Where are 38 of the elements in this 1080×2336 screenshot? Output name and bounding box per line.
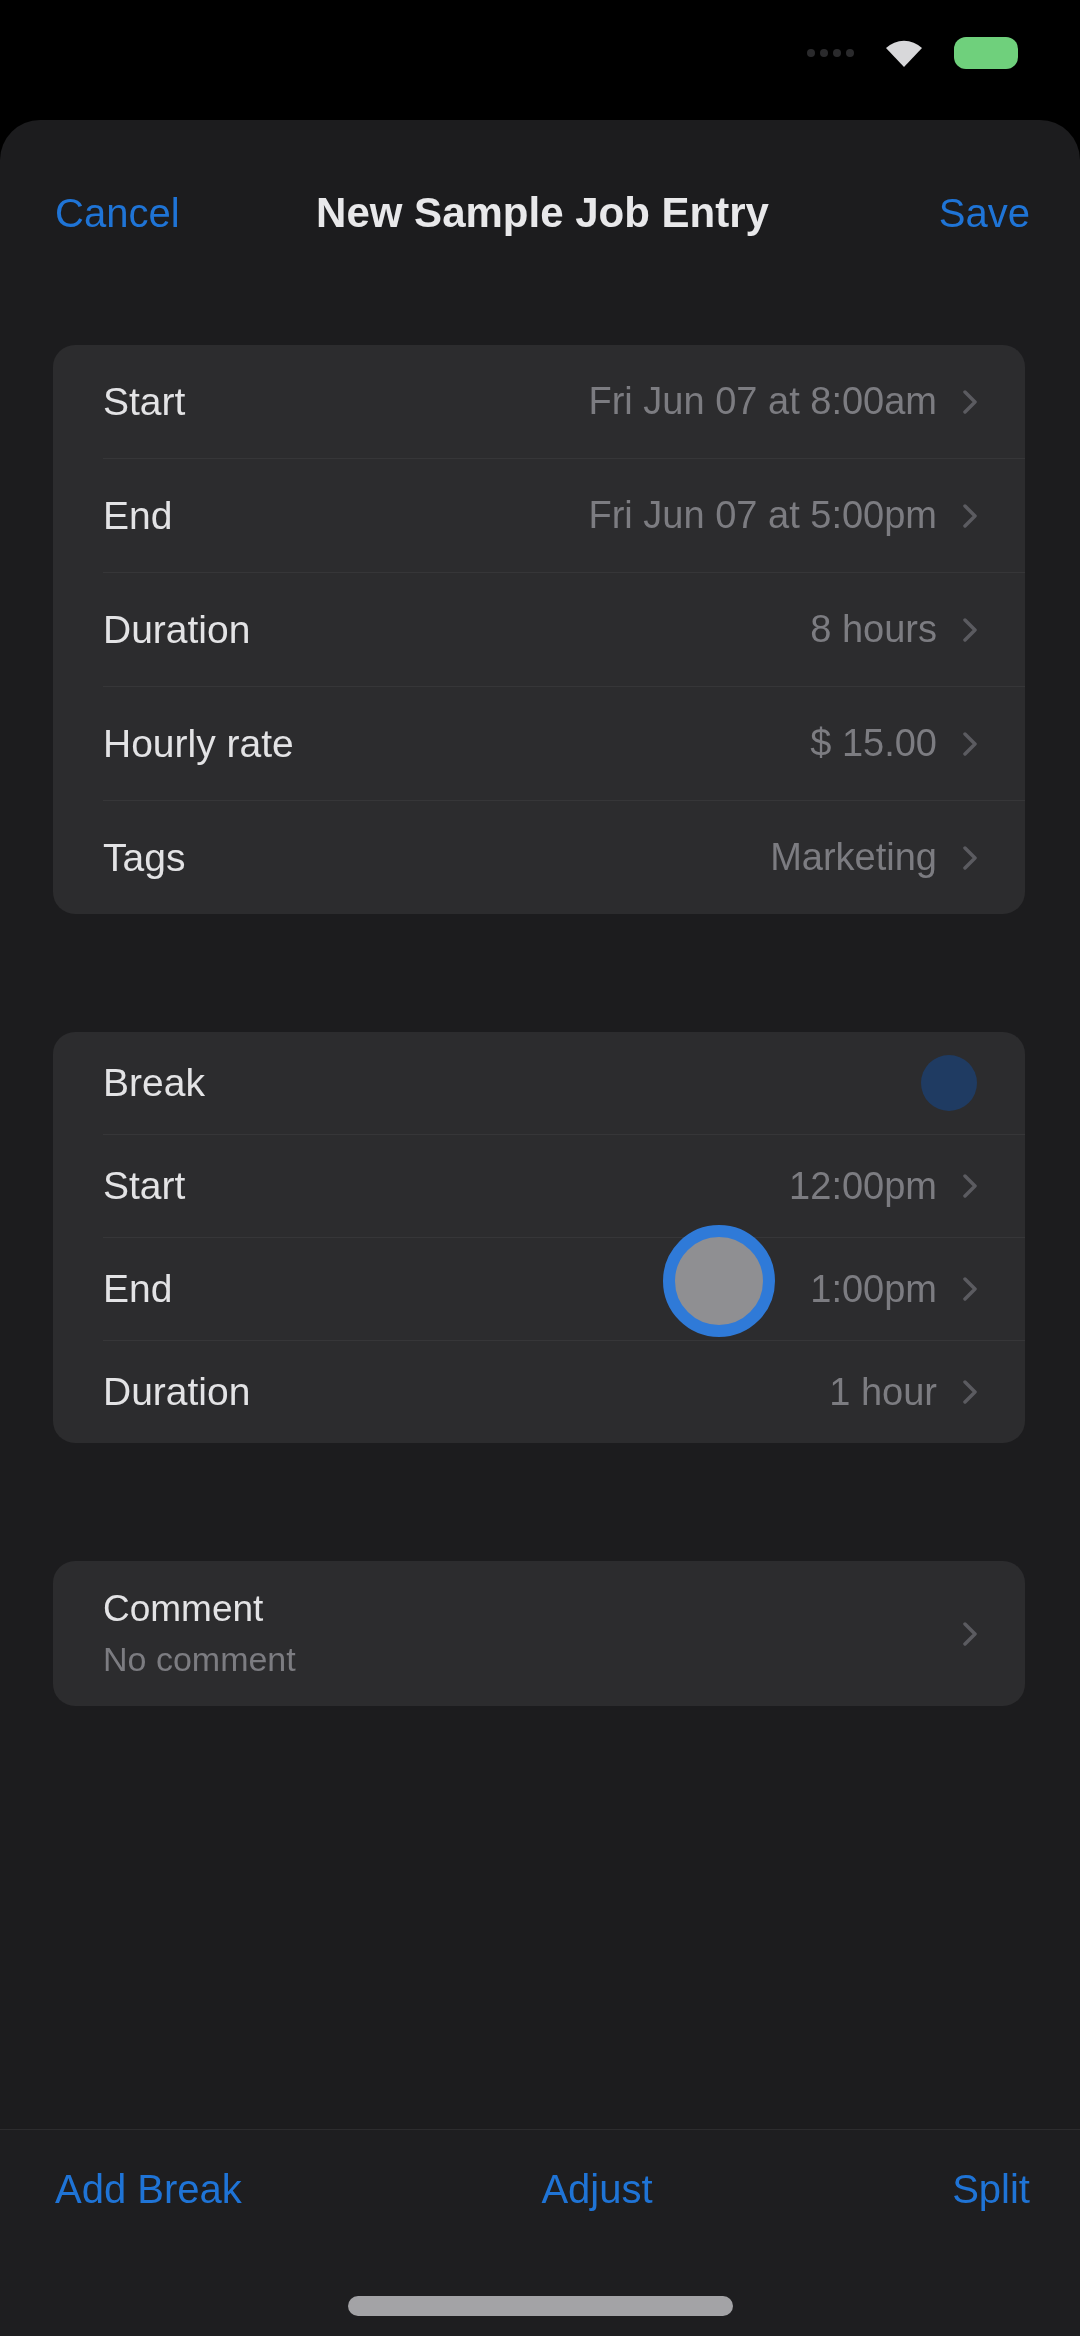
- toolbar-button[interactable]: Adjust: [541, 2165, 653, 2213]
- field-value[interactable]: 12:00pm: [789, 1164, 937, 1208]
- chevron-icon: [963, 1277, 977, 1301]
- wifi-icon: [886, 39, 922, 67]
- chevron-icon: [963, 617, 977, 642]
- field-value[interactable]: Fri Jun 07 at 5:00pm: [588, 494, 937, 537]
- screen-title: New Sample Job Entry: [316, 187, 769, 238]
- field-label: Start: [103, 379, 186, 424]
- field-value[interactable]: No comment: [103, 1640, 296, 1679]
- field-value[interactable]: 1:00pm: [810, 1267, 937, 1311]
- field-label: Duration: [103, 1370, 251, 1414]
- chevron-icon: [963, 845, 977, 870]
- circle-icon[interactable]: [921, 1055, 977, 1111]
- field-value[interactable]: Marketing: [770, 836, 937, 879]
- chevron-icon: [963, 503, 977, 528]
- field-label: Tags: [103, 835, 186, 880]
- battery-icon: [954, 37, 1018, 69]
- field-label: Duration: [103, 607, 251, 652]
- field-value[interactable]: 1 hour: [829, 1370, 937, 1414]
- field-label: Comment: [103, 1588, 265, 1630]
- chevron-icon: [963, 1380, 977, 1404]
- field-label: End: [103, 493, 173, 538]
- save-button[interactable]: Save: [938, 189, 1030, 237]
- toolbar-button[interactable]: Split: [952, 2165, 1030, 2213]
- signal-icon: [806, 48, 854, 58]
- field-label: Start: [103, 1164, 186, 1208]
- chevron-icon: [963, 389, 977, 414]
- chevron-icon: [963, 1621, 977, 1646]
- field-value[interactable]: 8 hours: [810, 608, 937, 651]
- chevron-icon: [963, 731, 977, 756]
- field-value[interactable]: Fri Jun 07 at 8:00am: [588, 380, 937, 423]
- field-label: Break: [103, 1061, 205, 1105]
- field-label: Hourly rate: [103, 721, 294, 766]
- toolbar-button[interactable]: Add Break: [55, 2165, 242, 2213]
- chevron-icon: [963, 1174, 977, 1198]
- field-value[interactable]: $ 15.00: [810, 722, 937, 765]
- field-label: End: [103, 1267, 173, 1311]
- cancel-button[interactable]: Cancel: [55, 189, 180, 237]
